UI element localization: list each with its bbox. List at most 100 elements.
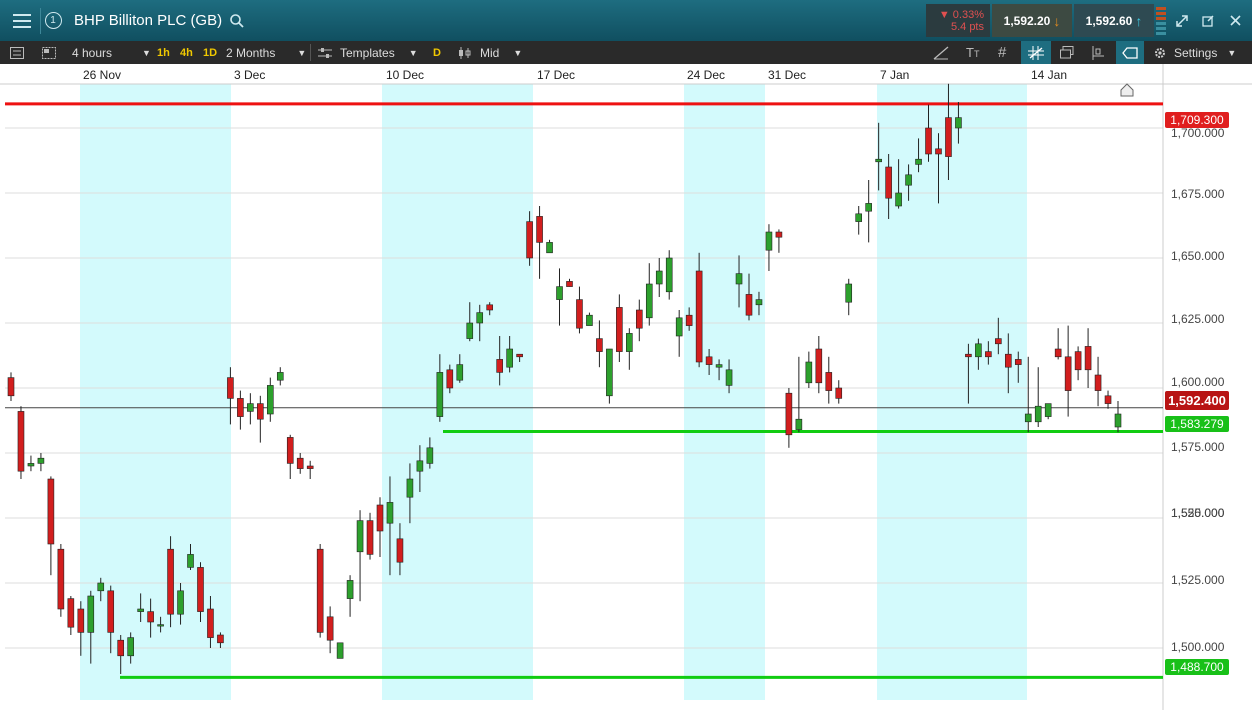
- candle-body: [336, 642, 344, 659]
- y-tick-label: 1,600.000: [1171, 375, 1225, 389]
- chevron-down-icon: ▼: [408, 47, 418, 58]
- support-price-tag[interactable]: 1,488.700: [1165, 659, 1229, 675]
- candle-body: [875, 158, 882, 163]
- price-change: ▼ 0.33% 5.4 pts: [926, 4, 990, 37]
- candle-body: [306, 465, 314, 469]
- quick-1h[interactable]: 1h: [157, 41, 170, 64]
- candle-body: [1084, 346, 1092, 371]
- candle-body: [436, 372, 444, 417]
- candle-body: [376, 504, 384, 532]
- candle-body: [217, 634, 224, 644]
- tag-icon[interactable]: [1116, 41, 1144, 64]
- candle-body: [905, 174, 912, 186]
- text-tool-icon[interactable]: TT: [966, 41, 979, 64]
- y-tick-label: 1,550.000: [1171, 506, 1225, 520]
- range-select[interactable]: 2 Months ▼: [226, 41, 306, 64]
- candle-body: [695, 270, 703, 363]
- candle-body: [546, 242, 553, 254]
- support-price-tag[interactable]: 1,583.279: [1165, 416, 1229, 432]
- sell-button[interactable]: 1,592.20 ↓: [992, 4, 1072, 37]
- candle-body: [147, 611, 154, 623]
- candle-body: [286, 437, 294, 464]
- candle-body: [626, 333, 633, 352]
- chart-toolbar: 4 hours ▼ 1h 4h 1D 2 Months ▼ Templates …: [0, 41, 1252, 64]
- popout-icon[interactable]: [1198, 0, 1218, 41]
- d-button[interactable]: D: [433, 41, 441, 64]
- candle-body: [705, 356, 713, 365]
- date-label: 17 Dec: [537, 68, 576, 82]
- crosshair-icon[interactable]: [1021, 41, 1051, 64]
- candle-body: [346, 580, 354, 599]
- candle-body: [935, 148, 942, 155]
- settings-button[interactable]: Settings ▼: [1153, 41, 1236, 64]
- candle-body: [227, 377, 234, 399]
- price-type-label: Mid: [480, 45, 500, 60]
- indicator-icon[interactable]: [1091, 41, 1105, 64]
- candle-body: [675, 317, 683, 337]
- home-icon[interactable]: [1120, 83, 1134, 102]
- arrow-up-icon: ↑: [1135, 12, 1143, 29]
- candle-body: [117, 639, 125, 657]
- list-icon[interactable]: [10, 41, 24, 64]
- candle-body: [715, 364, 723, 368]
- menu-icon[interactable]: [8, 0, 36, 41]
- link-badge[interactable]: 1: [44, 0, 62, 41]
- candle-body: [496, 359, 503, 373]
- candle-body: [1014, 359, 1022, 365]
- range-label: 2 Months: [226, 45, 276, 60]
- candle-body: [47, 478, 55, 545]
- candle-body: [1094, 374, 1102, 391]
- candle-body: [1004, 353, 1012, 368]
- quick-4h[interactable]: 4h: [180, 41, 193, 64]
- search-icon[interactable]: [228, 0, 246, 41]
- price-chart[interactable]: [0, 64, 1252, 710]
- close-icon[interactable]: [1225, 0, 1245, 41]
- layout-grid-icon[interactable]: [42, 41, 56, 64]
- settings-label: Settings: [1174, 45, 1218, 60]
- price-type-select[interactable]: Mid ▼: [458, 41, 522, 64]
- candle-body: [97, 582, 105, 592]
- candle-body: [57, 548, 65, 610]
- buy-price: 1,592.60: [1085, 13, 1133, 28]
- candle-body: [386, 502, 394, 524]
- gear-icon: [1155, 47, 1165, 58]
- candle-body: [635, 309, 643, 329]
- candle-body: [775, 231, 783, 238]
- interval-select[interactable]: 4 hours ▼: [72, 41, 151, 64]
- depth-bars-icon[interactable]: [1155, 0, 1167, 41]
- candle-body: [446, 369, 454, 389]
- quick-1d[interactable]: 1D: [203, 41, 217, 64]
- instrument-title[interactable]: BHP Billiton PLC (GB): [74, 12, 222, 29]
- candle-body: [157, 624, 164, 627]
- candle-body: [725, 369, 733, 386]
- draw-line-icon[interactable]: [933, 41, 949, 64]
- candle-body: [87, 595, 95, 633]
- candle-body: [276, 372, 284, 381]
- candle-body: [645, 283, 653, 319]
- chevron-down-icon: ▼: [297, 47, 307, 58]
- candle-body: [795, 418, 803, 430]
- candle-body: [526, 221, 533, 259]
- candle-body: [1054, 348, 1062, 358]
- candle-body: [127, 637, 134, 657]
- candle-body: [516, 353, 523, 358]
- candle-body: [885, 166, 892, 199]
- candle-body: [17, 411, 25, 472]
- resistance-price-tag[interactable]: 1,709.300: [1165, 112, 1229, 128]
- candle-body: [915, 158, 922, 165]
- layers-icon[interactable]: [1060, 41, 1074, 64]
- grid-icon[interactable]: #: [998, 41, 1006, 64]
- candle-body: [735, 273, 743, 285]
- candle-body: [845, 283, 853, 303]
- templates-label: Templates: [340, 45, 395, 60]
- y-tick-label: 1,500.000: [1171, 640, 1225, 654]
- candle-body: [665, 257, 673, 293]
- date-label: 14 Jan: [1031, 68, 1068, 82]
- expand-icon[interactable]: [1172, 0, 1192, 41]
- candle-body: [995, 338, 1002, 345]
- week-band: [684, 84, 765, 700]
- templates-select[interactable]: Templates ▼: [318, 41, 418, 64]
- buy-button[interactable]: 1,592.60 ↑: [1074, 4, 1154, 37]
- candle-body: [356, 520, 364, 553]
- week-band: [877, 84, 1027, 700]
